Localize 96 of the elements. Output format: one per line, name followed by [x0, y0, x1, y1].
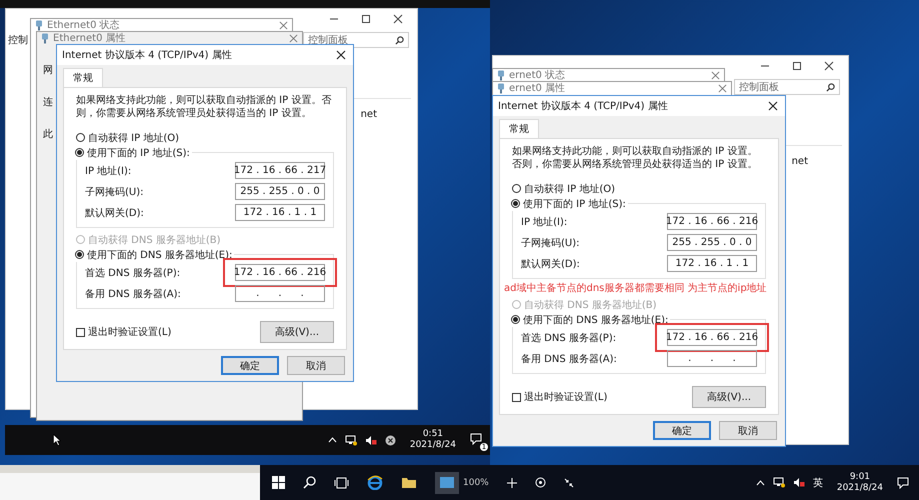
label-text: 网	[43, 64, 53, 77]
field-label: 首选 DNS 服务器(P):	[521, 332, 616, 344]
checkbox[interactable]	[512, 392, 521, 402]
tab[interactable]: 常规	[499, 119, 539, 138]
field-label: 首选 DNS 服务器(P):	[85, 266, 180, 280]
close-icon[interactable]	[336, 50, 346, 60]
radio-button[interactable]	[76, 133, 85, 142]
ip-address-field[interactable]: 172 . 16 . 1 . 1	[667, 255, 757, 272]
window-title: Ethernet0 属性	[53, 32, 126, 44]
radio-button[interactable]	[75, 250, 84, 259]
dialog-button[interactable]: 取消	[719, 421, 777, 440]
network-adapter-icon	[497, 70, 505, 81]
search-field[interactable]: 控制面板	[734, 79, 840, 95]
panel-text: net	[792, 156, 808, 167]
input-method-indicator[interactable]: 英	[812, 476, 823, 490]
breadcrumb-text: 控制	[8, 34, 28, 47]
ip-address-field[interactable]: 255 . 255 . 0 . 0	[667, 234, 757, 251]
shrink-icon[interactable]	[564, 478, 574, 488]
description-text: 如果网络支持此功能，则可以获取自动指派的 IP 设置。否则，你需要从网络系统管理员处获得适当的 IP 设置。	[76, 94, 332, 120]
label-text: 此	[43, 128, 53, 141]
app-icon[interactable]	[435, 472, 459, 494]
label-text: 连	[43, 96, 53, 109]
zoom-level: 100%	[463, 478, 489, 488]
radio-label[interactable]: 使用下面的 DNS 服务器地址(E):	[87, 248, 232, 262]
search-icon[interactable]	[395, 36, 404, 45]
maximize-icon[interactable]	[792, 61, 802, 71]
ip-address-field[interactable]: 172 . 16 . 66 . 216	[235, 264, 325, 281]
field-label: 子网掩码(U):	[521, 236, 580, 250]
radio-label[interactable]: 使用下面的 DNS 服务器地址(E):	[523, 312, 668, 326]
field-label: 备用 DNS 服务器(A):	[85, 288, 181, 300]
window-title: Ethernet0 状态	[47, 20, 120, 32]
plus-icon[interactable]	[506, 478, 517, 488]
annotation-text: ad域中主备节点的dns服务器都需要相同 为主节点的ip地址	[504, 283, 768, 295]
field-label: 备用 DNS 服务器(A):	[521, 352, 617, 366]
ip-address-field[interactable]: . . .	[667, 350, 757, 367]
ip-address-field[interactable]: . . .	[235, 285, 325, 302]
caret-up-icon[interactable]	[756, 480, 765, 486]
caret-up-icon[interactable]	[328, 437, 337, 443]
maximize-icon[interactable]	[361, 14, 371, 24]
mouse-pointer-icon	[53, 434, 61, 446]
error-circle-icon[interactable]	[384, 434, 396, 446]
dialog-title: Internet 协议版本 4 (TCP/IPv4) 属性	[498, 100, 668, 113]
dialog-button[interactable]: 取消	[287, 356, 345, 375]
ip-address-field[interactable]: 172 . 16 . 66 . 217	[235, 162, 325, 179]
ip-address-field[interactable]: 172 . 16 . 66 . 216	[667, 213, 757, 230]
dialog-button[interactable]: 确定	[653, 421, 711, 440]
radio-button[interactable]	[511, 199, 520, 208]
checkbox-label[interactable]: 退出时验证设置(L)	[88, 325, 172, 339]
task-view-icon[interactable]	[334, 476, 349, 488]
dialog-button[interactable]: 确定	[221, 356, 279, 375]
clock-time[interactable]: 0:51	[422, 429, 444, 440]
checkbox-label[interactable]: 退出时验证设置(L)	[524, 390, 608, 404]
close-icon[interactable]	[768, 101, 778, 111]
field-label: 默认网关(D):	[85, 206, 144, 220]
folder-icon[interactable]	[401, 476, 417, 489]
windows-logo-icon[interactable]	[272, 476, 285, 489]
radio-button[interactable]	[512, 184, 521, 193]
radio-label[interactable]: 自动获得 IP 地址(O)	[524, 182, 616, 196]
window-title: ernet0 状态	[509, 70, 566, 82]
clock-date[interactable]: 2021/8/24	[836, 482, 883, 494]
network-adapter-icon	[35, 20, 43, 31]
search-icon[interactable]	[826, 83, 835, 92]
circle-icon[interactable]	[534, 477, 546, 488]
close-icon[interactable]	[824, 61, 834, 71]
network-icon[interactable]	[344, 434, 357, 446]
network-adapter-icon	[41, 33, 49, 44]
clock-date[interactable]: 2021/8/24	[410, 440, 456, 451]
ip-address-field[interactable]: 172 . 16 . 66 . 216	[667, 329, 757, 346]
radio-button[interactable]	[511, 315, 520, 324]
network-icon[interactable]	[772, 477, 785, 488]
browser-icon[interactable]	[367, 475, 383, 490]
clock-time[interactable]: 9:01	[850, 472, 870, 482]
dialog-title: Internet 协议版本 4 (TCP/IPv4) 属性	[62, 48, 232, 62]
radio-button[interactable]	[75, 148, 84, 157]
speaker-muted-icon[interactable]	[364, 434, 377, 446]
field-label: IP 地址(I):	[85, 164, 132, 178]
close-icon[interactable]	[393, 14, 403, 24]
advanced-button[interactable]: 高级(V)...	[692, 386, 766, 408]
field-label: IP 地址(I):	[521, 216, 568, 228]
ip-address-field[interactable]: 255 . 255 . 0 . 0	[235, 183, 325, 200]
radio-label[interactable]: 使用下面的 IP 地址(S):	[87, 146, 190, 160]
notification-icon[interactable]	[897, 476, 909, 488]
checkbox[interactable]	[76, 328, 85, 336]
radio-label[interactable]: 使用下面的 IP 地址(S):	[523, 196, 626, 210]
search-icon[interactable]	[303, 476, 316, 489]
ip-address-field[interactable]: 172 . 16 . 1 . 1	[235, 204, 325, 221]
speaker-muted-icon[interactable]	[792, 477, 805, 488]
tab[interactable]: 常规	[63, 68, 103, 87]
advanced-button[interactable]: 高级(V)...	[260, 321, 334, 343]
description-text: 如果网络支持此功能，则可以获取自动指派的 IP 设置。否则，你需要从网络系统管理员处获得适当的 IP 设置。	[512, 145, 758, 171]
network-adapter-icon	[497, 83, 505, 94]
field-label: 默认网关(D):	[521, 258, 580, 270]
radio-label[interactable]: 自动获得 IP 地址(O)	[88, 130, 180, 144]
window-title: ernet0 属性	[509, 82, 566, 94]
field-label: 子网掩码(U):	[85, 186, 144, 198]
panel-text: net	[360, 109, 377, 120]
